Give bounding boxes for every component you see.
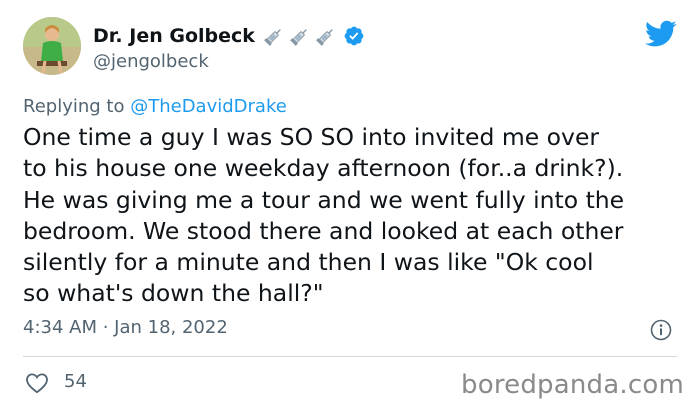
like-count: 54 <box>64 371 87 392</box>
verified-badge-icon <box>343 25 365 47</box>
syringe-icon <box>315 25 337 47</box>
replying-to-prefix: Replying to <box>23 96 125 117</box>
divider <box>23 356 677 357</box>
watermark: boredpanda.com <box>461 370 684 400</box>
name-emoji-group <box>263 25 337 47</box>
tweet-card: Dr. Jen Golbeck @jengolbeck Replying to … <box>0 0 700 410</box>
syringe-icon <box>263 25 285 47</box>
tweet-text: One time a guy I was SO SO into invited … <box>23 123 625 308</box>
author-handle[interactable]: @jengolbeck <box>93 51 209 72</box>
display-name[interactable]: Dr. Jen Golbeck <box>93 25 255 47</box>
author-name-row: Dr. Jen Golbeck <box>93 22 365 50</box>
tweet-timestamp[interactable]: 4:34 AM · Jan 18, 2022 <box>23 317 228 338</box>
syringe-icon <box>289 25 311 47</box>
reply-target-link[interactable]: @TheDavidDrake <box>130 96 287 117</box>
replying-to: Replying to @TheDavidDrake <box>23 96 287 117</box>
heart-icon[interactable] <box>25 372 49 394</box>
avatar[interactable] <box>23 17 81 75</box>
twitter-bird-icon[interactable] <box>645 20 677 48</box>
info-icon[interactable] <box>650 319 672 341</box>
